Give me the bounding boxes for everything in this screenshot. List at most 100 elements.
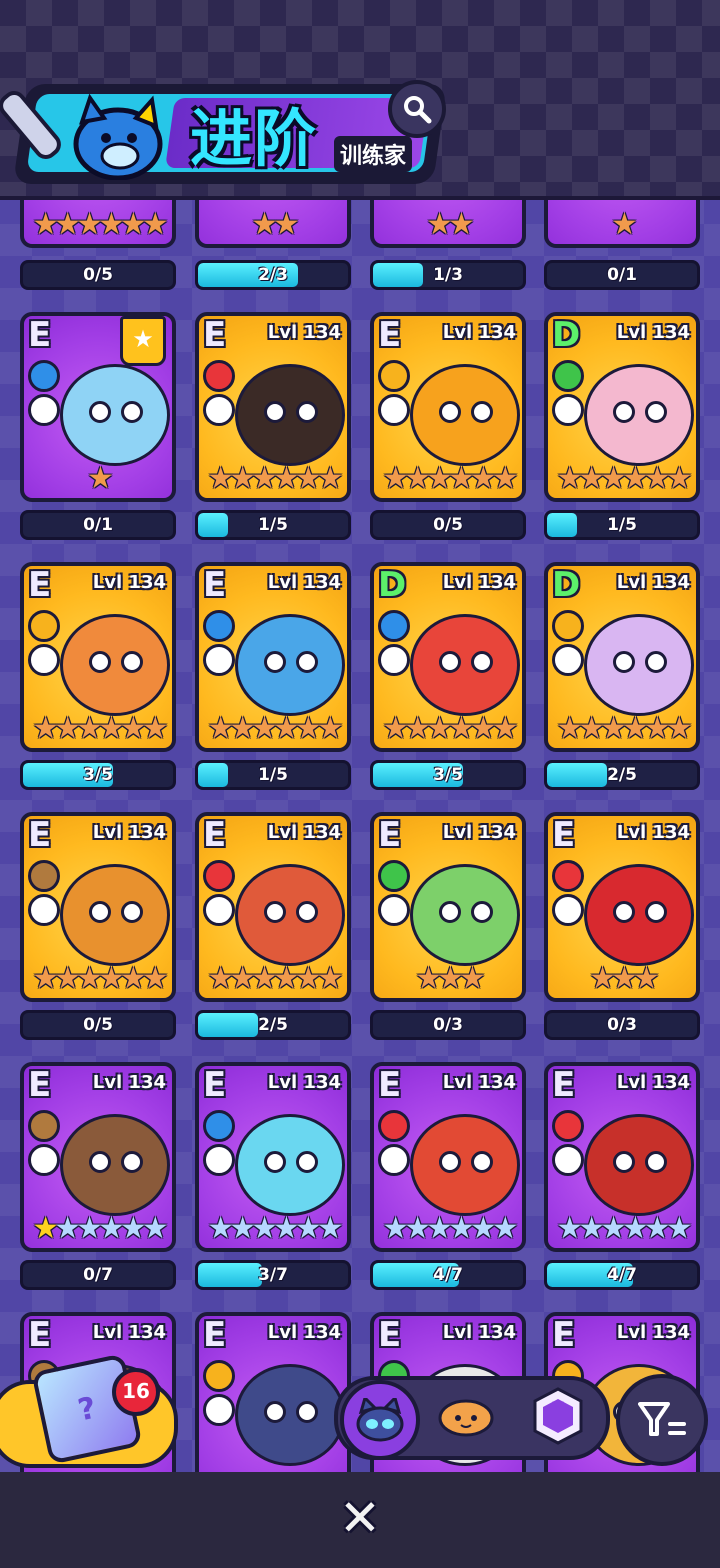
star-icon: ★ (76, 711, 103, 746)
monster-card[interactable]: E Lvl 134 ★★★★★★ (195, 312, 351, 502)
monster-grid: ★★★★★★ 0/5 ★★ 2/3 ★★ 1/3 ★ 0/1 E ★ ★ 0/1 E Lvl 134 ★★★… (0, 0, 720, 1568)
grade-letter: E (552, 815, 576, 855)
star-icon: ★ (382, 461, 409, 496)
water-element-icon (203, 1110, 235, 1142)
eye (89, 401, 111, 423)
role-icon (28, 644, 60, 676)
monster-card[interactable]: E Lvl 134 ★★★★★★ (195, 1062, 351, 1252)
star-icon: ★ (643, 1211, 671, 1246)
monster-card[interactable]: D Lvl 134 ★★★★★★ (544, 312, 700, 502)
progress-bar: 0/3 (544, 1010, 700, 1040)
page-subtitle: 训练家 (334, 136, 413, 172)
progress-bar: 3/5 (20, 760, 176, 790)
grade-letter: E (203, 1065, 227, 1105)
progress-text: 1/5 (258, 765, 288, 785)
star-icon: ★ (294, 711, 322, 746)
eye (645, 1151, 667, 1173)
level-label: Lvl 134 (267, 322, 341, 343)
star-icon: ★ (251, 207, 278, 242)
level-label: Lvl 134 (442, 322, 516, 343)
grade-letter: E (378, 815, 402, 855)
monster-card[interactable]: E Lvl 134 ★★★ (370, 812, 526, 1002)
star-icon: ★ (437, 961, 464, 996)
level-label: Lvl 134 (442, 1072, 516, 1093)
star-icon: ★ (556, 1211, 583, 1246)
star-icon: ★ (426, 711, 453, 746)
level-label: Lvl 134 (92, 1322, 166, 1343)
progress-bar: 0/1 (544, 260, 700, 290)
star-icon: ★ (119, 711, 147, 746)
star-rating: ★ (24, 462, 172, 496)
star-rating: ★★★★★★ (548, 1212, 696, 1246)
role-icon (378, 894, 410, 926)
search-button[interactable] (388, 80, 446, 138)
star-icon: ★ (469, 461, 497, 496)
grass-element-icon (378, 860, 410, 892)
eye (471, 651, 493, 673)
progress-bar: 2/5 (195, 1010, 351, 1040)
level-label: Lvl 134 (616, 322, 690, 343)
bread-icon (438, 1399, 494, 1437)
monster-card[interactable]: E Lvl 134 ★★★★★★ (20, 1062, 176, 1252)
grade-letter: E (378, 315, 402, 355)
eye (645, 401, 667, 423)
eye (89, 651, 111, 673)
monster-portrait (60, 1114, 170, 1216)
close-button[interactable]: ✕ (334, 1489, 386, 1547)
eye (264, 651, 286, 673)
star-icon: ★ (251, 1211, 278, 1246)
level-label: Lvl 134 (616, 1322, 690, 1343)
eye (121, 1151, 143, 1173)
monster-card[interactable]: E Lvl 134 ★★★★★★ (20, 562, 176, 752)
monster-card[interactable]: E Lvl 134 ★★★★★★ (20, 812, 176, 1002)
star-rating: ★ (548, 208, 696, 242)
star-icon: ★ (448, 711, 475, 746)
eye (121, 651, 143, 673)
monster-card[interactable]: E Lvl 134 ★★★★★★ (195, 562, 351, 752)
progress-bar: 0/1 (20, 510, 176, 540)
tab-cat-mask[interactable] (340, 1380, 420, 1460)
monster-card[interactable]: E Lvl 134 ★★★★★★ (544, 1062, 700, 1252)
star-icon: ★ (458, 961, 486, 996)
favorite-star-icon[interactable]: ★ (120, 316, 166, 366)
star-icon: ★ (491, 711, 519, 746)
monster-card[interactable]: E Lvl 134 ★★★★★★ (370, 1062, 526, 1252)
progress-text: 4/7 (607, 1265, 637, 1285)
star-icon: ★ (578, 1211, 605, 1246)
eye (613, 651, 635, 673)
monster-portrait (235, 1364, 345, 1466)
progress-bar: 3/5 (370, 760, 526, 790)
star-rating: ★★★★★★ (199, 1212, 347, 1246)
monster-card[interactable]: E Lvl 134 ★★★★★★ (370, 312, 526, 502)
monster-card[interactable]: E ★ ★ (20, 312, 176, 502)
progress-text: 3/5 (83, 765, 113, 785)
star-icon: ★ (665, 461, 693, 496)
star-icon: ★ (643, 711, 671, 746)
star-icon: ★ (611, 961, 638, 996)
monster-card[interactable]: E Lvl 134 ★★★ (544, 812, 700, 1002)
progress-bar: 4/7 (544, 1260, 700, 1290)
progress-bar: 1/5 (195, 510, 351, 540)
star-icon: ★ (578, 711, 605, 746)
progress-bar: 2/3 (195, 260, 351, 290)
star-icon: ★ (251, 461, 278, 496)
star-icon: ★ (98, 961, 125, 996)
tab-bread[interactable] (430, 1380, 502, 1452)
eye (296, 1151, 318, 1173)
monster-card[interactable]: D Lvl 134 ★★★★★★ (544, 562, 700, 752)
monster-card[interactable]: E Lvl 134 ★★★★★★ (195, 812, 351, 1002)
progress-text: 0/1 (83, 515, 113, 535)
progress-bar: 4/7 (370, 1260, 526, 1290)
grade-letter: E (28, 1315, 52, 1355)
star-icon: ★ (294, 1211, 322, 1246)
star-icon: ★ (207, 1211, 234, 1246)
monster-portrait (410, 864, 520, 966)
fire-element-icon (203, 860, 235, 892)
monster-card[interactable]: D Lvl 134 ★★★★★★ (370, 562, 526, 752)
tab-crystal-cat[interactable] (522, 1380, 594, 1452)
star-icon: ★ (76, 1211, 103, 1246)
filter-sort-button[interactable] (616, 1374, 708, 1466)
star-icon: ★ (382, 711, 409, 746)
star-icon: ★ (578, 461, 605, 496)
star-rating: ★★★ (548, 962, 696, 996)
